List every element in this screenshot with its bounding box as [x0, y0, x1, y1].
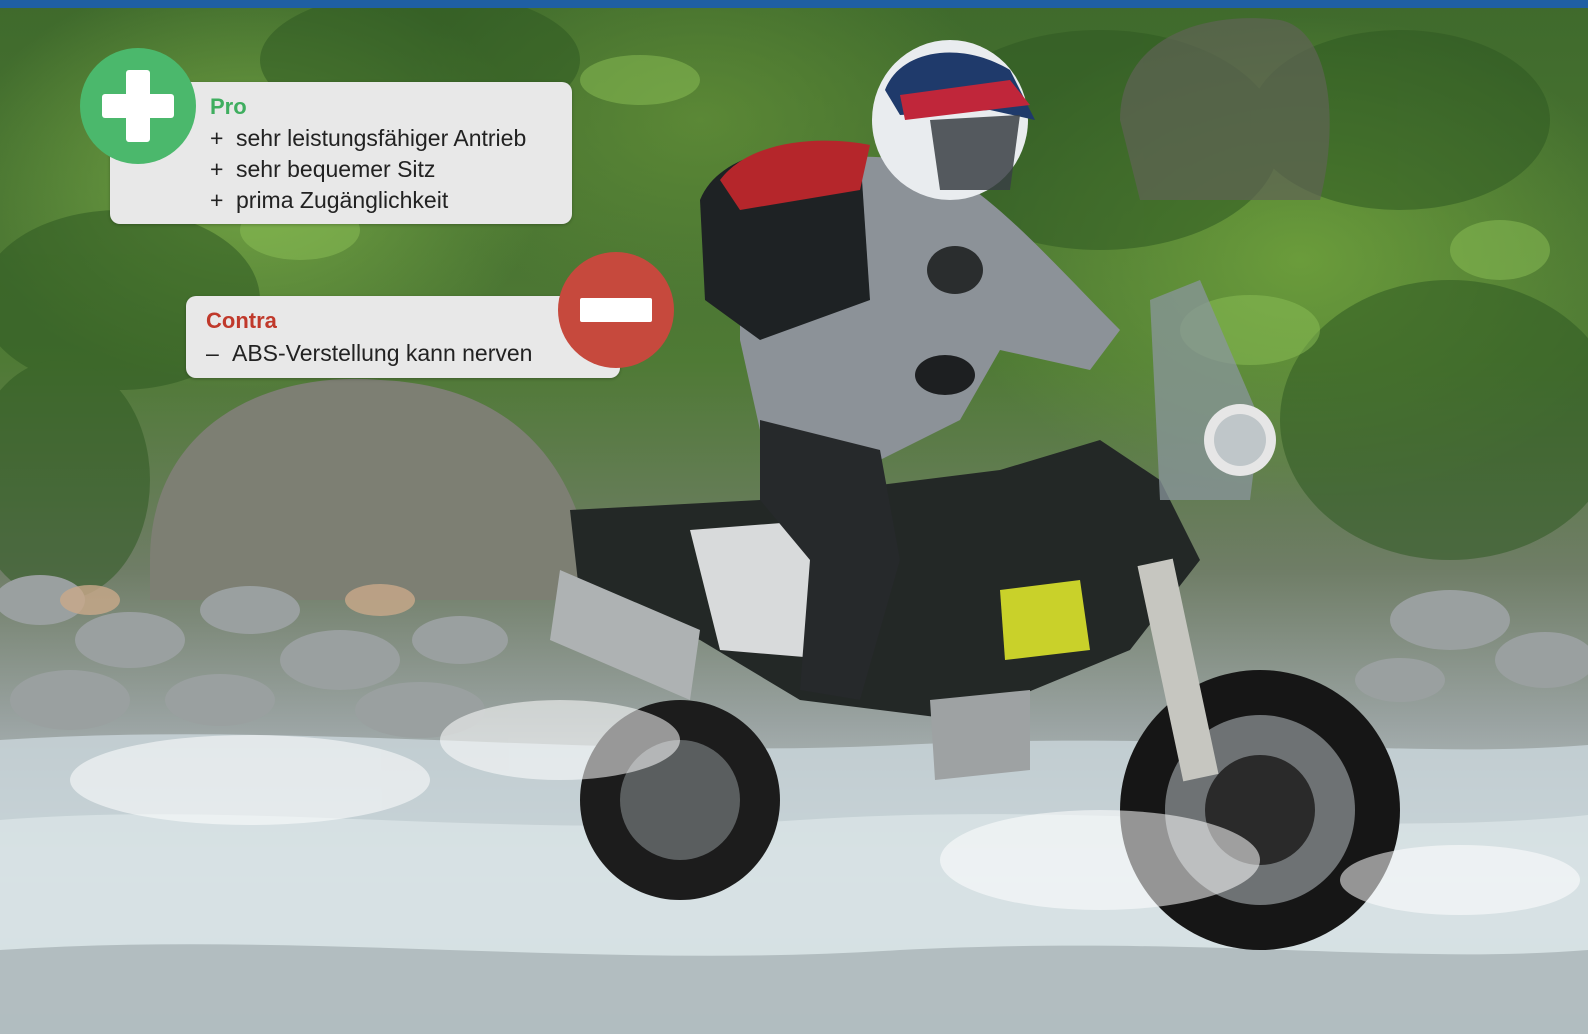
- accent-bar: [0, 0, 1588, 8]
- pro-item: + sehr bequemer Sitz: [210, 156, 436, 182]
- pro-heading: Pro: [210, 94, 247, 119]
- contra-heading: Contra: [206, 308, 277, 333]
- pro-list: + sehr leistungsfähiger Antrieb + sehr beq…: [210, 123, 526, 216]
- contra-item: – ABS-Verstellung kann nerven: [206, 340, 533, 366]
- pro-item: + sehr leistungsfähiger Antrieb: [210, 125, 527, 151]
- plus-icon: [80, 48, 196, 164]
- minus-icon: [558, 252, 674, 368]
- pro-item: + prima Zugänglichkeit: [210, 187, 449, 213]
- contra-list: – ABS-Verstellung kann nerven: [206, 338, 532, 369]
